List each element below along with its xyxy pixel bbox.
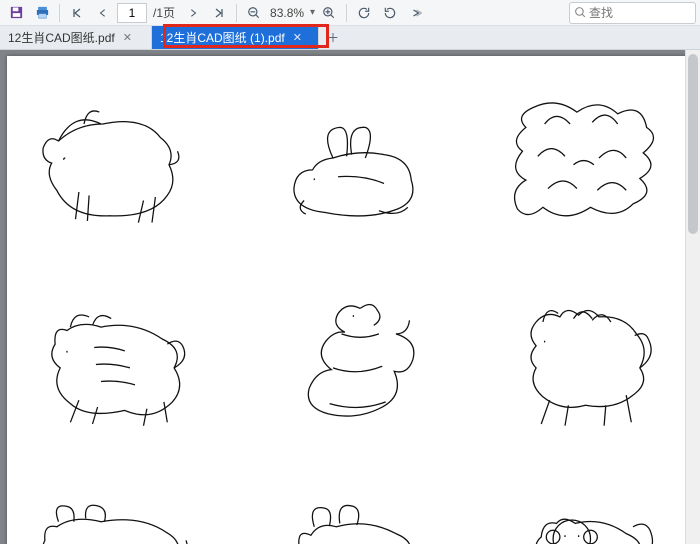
search-input[interactable] [587,5,691,21]
main-toolbar: /1页 83.8% ▾ [0,0,700,26]
zodiac-drawing-goat [245,464,455,544]
doc-tab-1[interactable]: 12生肖CAD图纸 (1).pdf ✕ [152,26,319,49]
search-box[interactable] [569,2,696,24]
drawing-grid [7,56,693,544]
close-tab-icon[interactable]: ✕ [123,31,132,44]
vertical-scrollbar[interactable] [685,50,700,544]
zoom-out-button[interactable] [242,2,266,24]
rotate-cw-button[interactable] [378,2,402,24]
scrollbar-thumb[interactable] [688,54,698,234]
tab-label: 12生肖CAD图纸 (1).pdf [160,29,285,46]
rotate-ccw-button[interactable] [352,2,376,24]
document-tab-bar: 12生肖CAD图纸.pdf ✕ 12生肖CAD图纸 (1).pdf ✕ ＋ [0,26,700,50]
close-tab-icon[interactable]: ✕ [293,31,302,44]
page-number-input[interactable] [117,3,147,23]
pdf-page [7,56,693,544]
add-tab-button[interactable]: ＋ [319,26,347,49]
zodiac-drawing-tiger [13,266,223,446]
prev-page-button[interactable] [91,2,115,24]
zoom-in-button[interactable] [317,2,341,24]
zodiac-drawing-rabbit [245,68,455,248]
zodiac-drawing-pig [13,68,223,248]
zodiac-drawing-horse [477,266,687,446]
next-page-button[interactable] [181,2,205,24]
zodiac-drawing-snake [245,266,455,446]
zoom-level-label: 83.8% [268,6,306,20]
zodiac-drawing-dragon [477,68,687,248]
first-page-button[interactable] [65,2,89,24]
more-tools-button[interactable] [404,2,428,24]
last-page-button[interactable] [207,2,231,24]
zodiac-drawing-monkey [477,464,687,544]
zoom-dropdown-button[interactable]: ▾ [308,7,315,18]
tab-label: 12生肖CAD图纸.pdf [8,29,115,46]
document-viewer [0,50,700,544]
print-button[interactable] [30,2,54,24]
page-total-label: /1页 [149,4,179,21]
doc-tab-0[interactable]: 12生肖CAD图纸.pdf ✕ [0,26,152,49]
save-button[interactable] [4,2,28,24]
zodiac-drawing-ox [13,464,223,544]
